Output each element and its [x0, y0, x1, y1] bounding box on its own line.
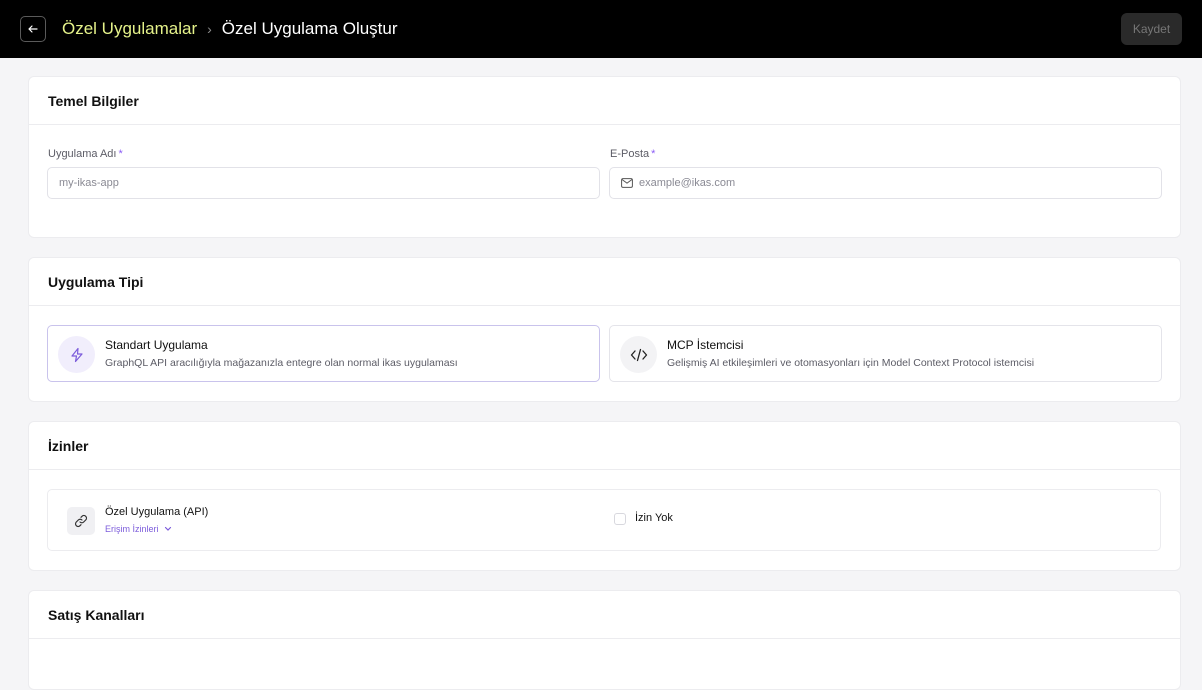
app-name-label: Uygulama Adı *	[48, 148, 123, 160]
permission-icon-container	[67, 507, 95, 535]
type-option-title: MCP İstemcisi	[667, 338, 744, 352]
sales-channels-card: Satış Kanalları	[28, 590, 1181, 690]
permission-title: Özel Uygulama (API)	[105, 506, 209, 518]
arrow-left-icon	[28, 25, 38, 33]
email-placeholder: example@ikas.com	[639, 177, 736, 189]
chevron-down-icon	[164, 526, 171, 531]
lightning-icon	[70, 347, 83, 362]
back-button[interactable]	[20, 16, 46, 42]
code-icon	[630, 348, 647, 361]
link-icon	[74, 514, 88, 528]
app-name-input[interactable]: my-ikas-app	[47, 167, 600, 199]
type-icon-container	[58, 336, 95, 373]
app-name-placeholder: my-ikas-app	[59, 177, 119, 189]
save-button[interactable]: Kaydet	[1121, 13, 1182, 45]
app-type-title: Uygulama Tipi	[29, 258, 1180, 306]
basic-info-title: Temel Bilgiler	[29, 77, 1180, 125]
type-option-description: Gelişmiş AI etkileşimleri ve otomasyonla…	[667, 357, 1035, 369]
required-mark: *	[651, 148, 656, 160]
email-input[interactable]: example@ikas.com	[609, 167, 1162, 199]
basic-info-card: Temel Bilgiler Uygulama Adı * my-ikas-app…	[28, 76, 1181, 238]
app-type-option-mcp[interactable]: MCP İstemcisi Gelişmiş AI etkileşimleri …	[609, 325, 1162, 382]
access-permissions-label: Erişim İzinleri	[105, 524, 159, 534]
app-type-option-standard[interactable]: Standart Uygulama GraphQL API aracılığıy…	[47, 325, 600, 382]
breadcrumb-separator: ›	[207, 21, 212, 37]
email-label-text: E-Posta	[610, 148, 650, 160]
permissions-title: İzinler	[29, 422, 1180, 470]
app-name-label-text: Uygulama Adı	[48, 148, 117, 160]
permissions-card: İzinler Özel Uygulama (API) Erişim İzinl…	[28, 421, 1181, 571]
access-permissions-toggle[interactable]: Erişim İzinleri	[105, 524, 173, 534]
type-option-description: GraphQL API aracılığıyla mağazanızla ent…	[105, 357, 458, 369]
email-label: E-Posta *	[610, 148, 655, 160]
type-icon-container	[620, 336, 657, 373]
breadcrumb-parent-link[interactable]: Özel Uygulamalar	[62, 19, 197, 39]
app-type-card: Uygulama Tipi Standart Uygulama GraphQL …	[28, 257, 1181, 402]
sales-channels-title: Satış Kanalları	[29, 591, 1180, 639]
page-title: Özel Uygulama Oluştur	[221, 19, 398, 38]
permission-row: Özel Uygulama (API) Erişim İzinleri İzin…	[47, 489, 1161, 551]
no-permission-checkbox[interactable]	[614, 513, 626, 525]
no-permission-label[interactable]: İzin Yok	[635, 512, 673, 524]
top-bar: Özel Uygulamalar › Özel Uygulama Oluştur…	[0, 0, 1202, 58]
mail-icon	[621, 178, 633, 188]
required-mark: *	[118, 148, 123, 160]
type-option-title: Standart Uygulama	[105, 338, 208, 352]
